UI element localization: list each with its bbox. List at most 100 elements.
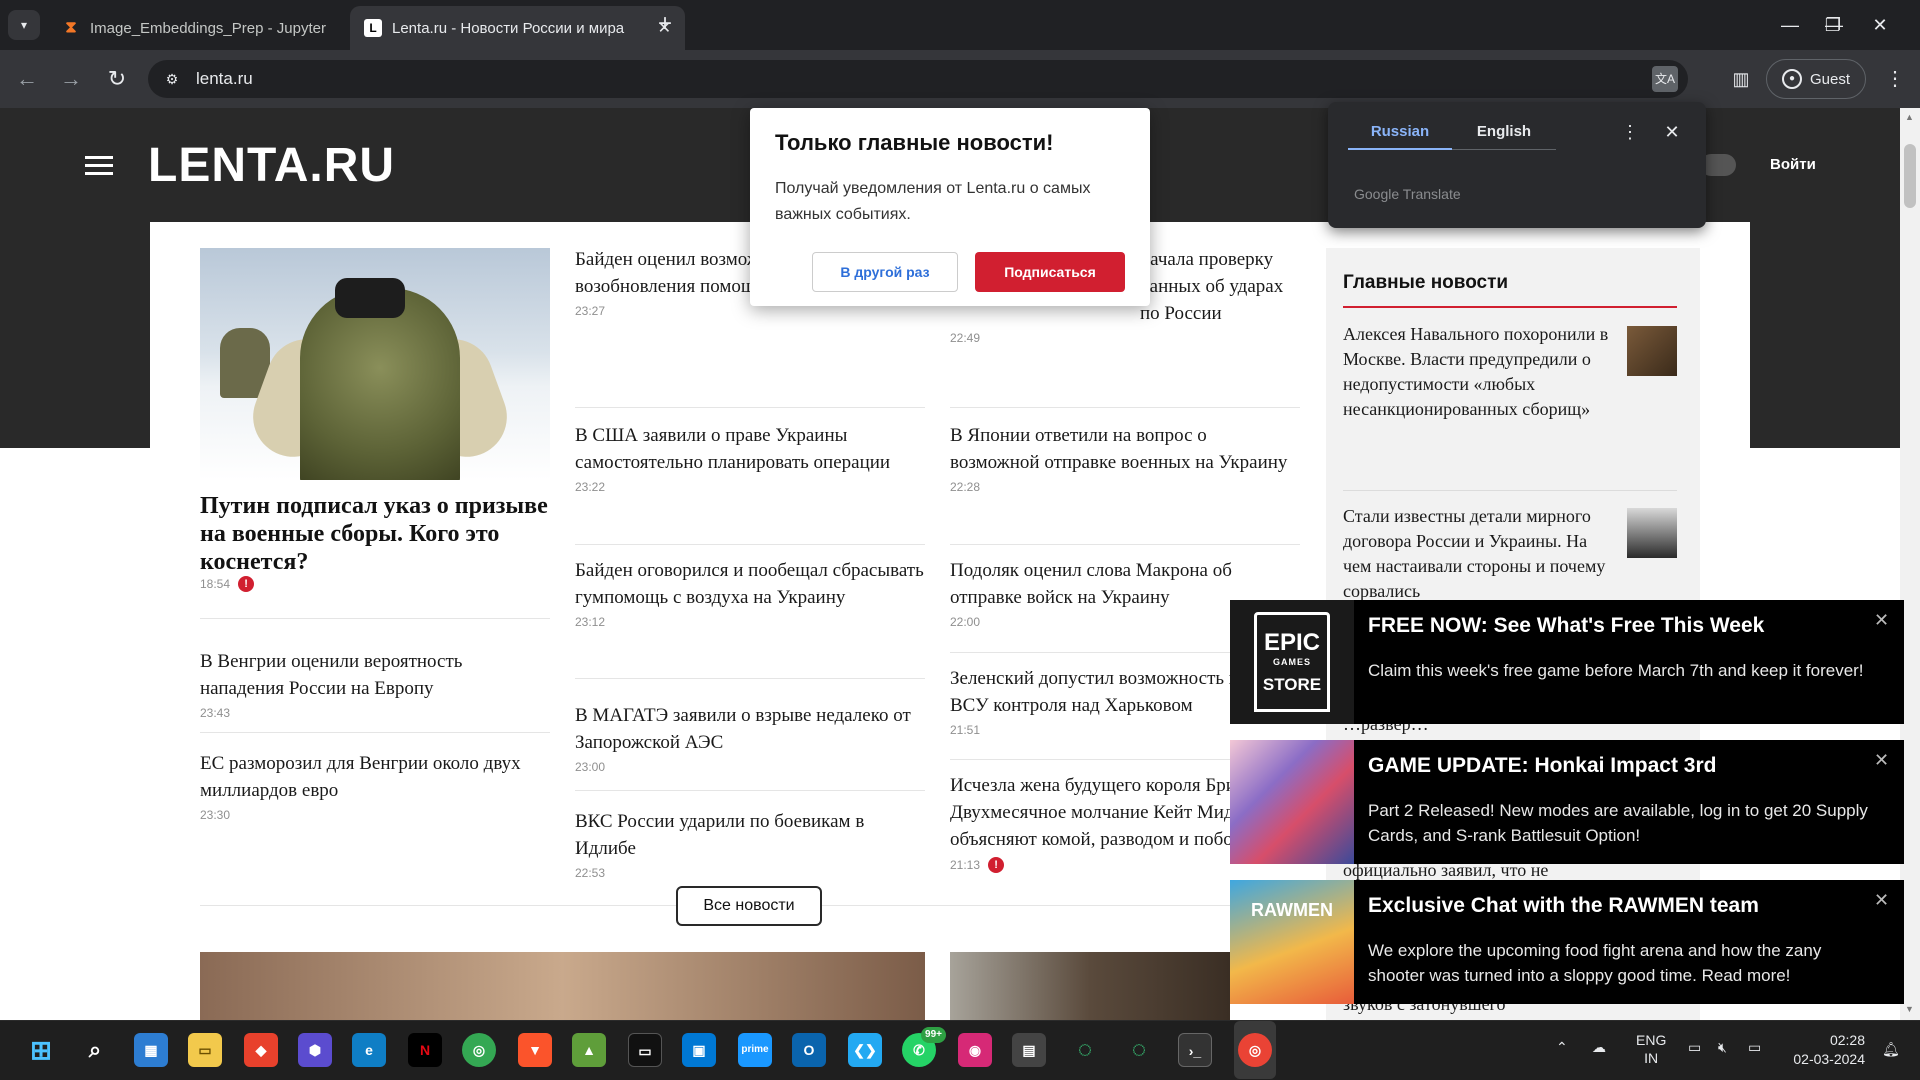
start-icon[interactable]: ⊞ xyxy=(24,1033,58,1067)
news-item[interactable]: ВКС России ударили по боевикам в Идлибе … xyxy=(575,808,925,880)
source-language-tab[interactable]: Russian xyxy=(1348,120,1452,150)
news-title[interactable]: ВКС России ударили по боевикам в Идлибе xyxy=(575,808,925,862)
onedrive-icon[interactable]: ☁ xyxy=(1592,1039,1606,1056)
hero-meta: 18:54 ! xyxy=(200,576,255,592)
microsoft-store-icon[interactable]: ▦ xyxy=(134,1033,168,1067)
scroll-up-icon[interactable]: ▲ xyxy=(1905,112,1914,122)
url-text[interactable]: lenta.ru xyxy=(196,69,253,89)
netflix-icon[interactable]: N xyxy=(408,1033,442,1067)
battery-icon[interactable]: ▭ xyxy=(1748,1039,1761,1056)
news-title[interactable]: В МАГАТЭ заявили о взрыве недалеко от За… xyxy=(575,702,925,756)
hero-image[interactable] xyxy=(200,248,550,480)
site-logo[interactable]: LENTA.RU xyxy=(148,138,395,193)
more-options-icon[interactable]: ⋮ xyxy=(1618,118,1642,148)
volume-muted-icon[interactable]: 🔇︎ xyxy=(1718,1039,1727,1056)
notification-bell-icon[interactable]: 🔔︎ xyxy=(1882,1041,1900,1058)
tab-search-button[interactable]: ▾ xyxy=(8,10,40,40)
news-item[interactable]: В США заявили о праве Украины самостояте… xyxy=(575,422,925,494)
tab-jupyter[interactable]: ⧗ Image_Embeddings_Prep - Jupyter ✕ xyxy=(48,6,383,50)
outlook-icon[interactable]: O xyxy=(792,1033,826,1067)
reload-button[interactable]: ↻ xyxy=(102,64,132,94)
hamburger-menu-icon[interactable] xyxy=(85,156,113,176)
news-title[interactable]: Байден оговорился и пообещал сбрасывать … xyxy=(575,557,925,611)
toast-title: GAME UPDATE: Honkai Impact 3rd xyxy=(1368,754,1717,777)
maximize-button[interactable]: ❐ xyxy=(1813,10,1853,40)
browser-menu-icon[interactable]: ⋮ xyxy=(1880,64,1910,94)
chrome-icon[interactable]: ◎ xyxy=(462,1033,496,1067)
news-item[interactable]: ЕС разморозил для Венгрии около двух мил… xyxy=(200,750,550,822)
address-bar[interactable]: ⚙ lenta.ru 文A xyxy=(148,60,1688,98)
later-button[interactable]: В другой раз xyxy=(812,252,958,292)
search-icon[interactable]: ⌕ xyxy=(78,1033,112,1067)
close-icon[interactable]: ✕ xyxy=(1874,890,1889,911)
translate-icon[interactable]: 文A xyxy=(1652,66,1678,92)
command-prompt-icon[interactable]: ›_ xyxy=(1178,1033,1212,1067)
news-title[interactable]: В Венгрии оценили вероятность нападения … xyxy=(200,648,550,702)
news-item[interactable]: Байден оговорился и пообещал сбрасывать … xyxy=(575,557,925,629)
news-title[interactable]: В Японии ответили на вопрос о возможной … xyxy=(950,422,1300,476)
rawmen-artwork: RAWMEN xyxy=(1230,880,1354,1004)
prime-video-icon[interactable]: prime xyxy=(738,1033,772,1067)
app-ring-icon[interactable]: ◌ xyxy=(1122,1033,1156,1067)
site-info-icon[interactable]: ⚙ xyxy=(162,69,182,89)
network-icon[interactable]: ▭ xyxy=(1688,1039,1701,1056)
hero-headline[interactable]: Путин подписал указ о призыве на военные… xyxy=(200,492,550,576)
news-image[interactable] xyxy=(200,952,925,1020)
app-monitor-icon[interactable]: ▤ xyxy=(1012,1033,1046,1067)
app-blue-icon[interactable]: ▣ xyxy=(682,1033,716,1067)
forward-button[interactable]: → xyxy=(56,64,86,94)
chrome-icon[interactable]: ◎ xyxy=(1238,1033,1272,1067)
tray-chevron-icon[interactable]: ⌃ xyxy=(1556,1039,1568,1056)
image-viewer-icon[interactable]: ▲ xyxy=(572,1033,606,1067)
news-item[interactable]: В МАГАТЭ заявили о взрыве недалеко от За… xyxy=(575,702,925,774)
side-panel-icon[interactable]: ▥ xyxy=(1726,64,1756,94)
input-language-indicator[interactable]: ENG IN xyxy=(1636,1031,1666,1067)
profile-label: Guest xyxy=(1809,70,1851,88)
app-diamond-icon[interactable]: ◆ xyxy=(244,1033,278,1067)
honkai-artwork xyxy=(1230,740,1354,864)
news-time: 21:13 xyxy=(950,858,981,872)
rail-news-title[interactable]: Стали известны детали мирного договора Р… xyxy=(1343,504,1613,604)
rail-news-item[interactable]: Алексея Навального похоронили в Москве. … xyxy=(1343,322,1677,422)
rail-thumbnail[interactable] xyxy=(1627,326,1677,376)
close-icon[interactable]: ✕ xyxy=(1660,118,1684,148)
close-icon[interactable]: ✕ xyxy=(1874,750,1889,771)
vscode-icon[interactable]: ❮❯ xyxy=(848,1033,882,1067)
rail-news-item[interactable]: Стали известны детали мирного договора Р… xyxy=(1343,504,1677,604)
news-item[interactable]: В Венгрии оценили вероятность нападения … xyxy=(200,648,550,720)
back-button[interactable]: ← xyxy=(12,64,42,94)
divider xyxy=(950,407,1300,408)
all-news-button[interactable]: Все новости xyxy=(676,886,822,926)
subscribe-button[interactable]: Подписаться xyxy=(975,252,1125,292)
toast-notification[interactable]: RAWMEN Exclusive Chat with the RAWMEN te… xyxy=(1230,880,1904,1004)
toast-notification[interactable]: EPIC GAMES STORE FREE NOW: See What's Fr… xyxy=(1230,600,1904,724)
dialog-body: Получай уведомления от Lenta.ru о самых … xyxy=(775,180,1091,223)
new-tab-button[interactable]: + xyxy=(650,10,680,40)
tab-lenta[interactable]: L Lenta.ru - Новости России и мира ✕ xyxy=(350,6,685,50)
clock[interactable]: 02:28 02-03-2024 xyxy=(1787,1031,1865,1069)
app-ring-icon[interactable]: ◌ xyxy=(1068,1033,1102,1067)
terminal-icon[interactable]: ▭ xyxy=(628,1033,662,1067)
close-window-button[interactable]: ✕ xyxy=(1860,10,1900,40)
profile-button[interactable]: ● Guest xyxy=(1766,59,1866,99)
news-item[interactable]: В Японии ответили на вопрос о возможной … xyxy=(950,422,1300,494)
rail-thumbnail[interactable] xyxy=(1627,508,1677,558)
news-title[interactable]: ЕС разморозил для Венгрии около двух мил… xyxy=(200,750,550,804)
brave-icon[interactable]: ▼ xyxy=(518,1033,552,1067)
instagram-icon[interactable]: ◉ xyxy=(958,1033,992,1067)
edge-icon[interactable]: e xyxy=(352,1033,386,1067)
scroll-thumb[interactable] xyxy=(1904,144,1916,208)
news-time: 22:28 xyxy=(950,480,981,494)
app-hexagon-icon[interactable]: ⬢ xyxy=(298,1033,332,1067)
news-title[interactable]: В США заявили о праве Украины самостояте… xyxy=(575,422,925,476)
news-image[interactable] xyxy=(950,952,1230,1020)
toast-notification[interactable]: GAME UPDATE: Honkai Impact 3rd Part 2 Re… xyxy=(1230,740,1904,864)
whatsapp-icon[interactable]: ✆ 99+ xyxy=(902,1027,946,1067)
scroll-down-icon[interactable]: ▼ xyxy=(1905,1004,1914,1014)
close-icon[interactable]: ✕ xyxy=(1874,610,1889,631)
rail-news-title[interactable]: Алексея Навального похоронили в Москве. … xyxy=(1343,322,1613,422)
file-explorer-icon[interactable]: ▭ xyxy=(188,1033,222,1067)
target-language-tab[interactable]: English xyxy=(1452,120,1556,150)
login-link[interactable]: Войти xyxy=(1770,156,1816,173)
minimize-button[interactable]: — xyxy=(1770,10,1810,40)
